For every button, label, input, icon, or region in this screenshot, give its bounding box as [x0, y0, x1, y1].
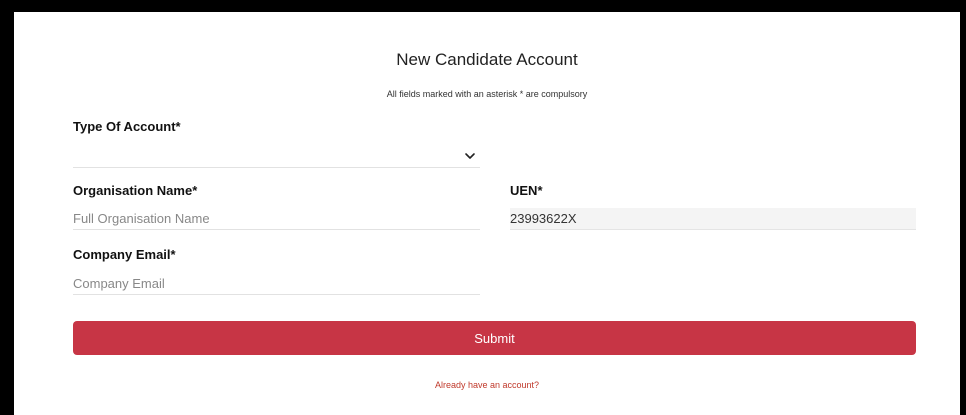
page-title: New Candidate Account	[396, 50, 578, 69]
organisation-name-label: Organisation Name*	[73, 183, 198, 198]
uen-input[interactable]	[510, 208, 916, 230]
form-instructions: All fields marked with an asterisk * are…	[386, 89, 588, 99]
type-of-account-label: Type Of Account*	[73, 119, 181, 134]
account-form-panel: New Candidate Account All fields marked …	[10, 12, 960, 415]
type-of-account-select[interactable]	[73, 150, 480, 168]
uen-label: UEN*	[510, 183, 543, 198]
chevron-down-icon	[465, 153, 475, 159]
company-email-input[interactable]	[73, 273, 480, 295]
login-link[interactable]: Already have an account?	[14, 380, 960, 390]
submit-button[interactable]: Submit	[73, 321, 916, 355]
company-email-label: Company Email*	[73, 247, 176, 262]
organisation-name-input[interactable]	[73, 208, 480, 230]
